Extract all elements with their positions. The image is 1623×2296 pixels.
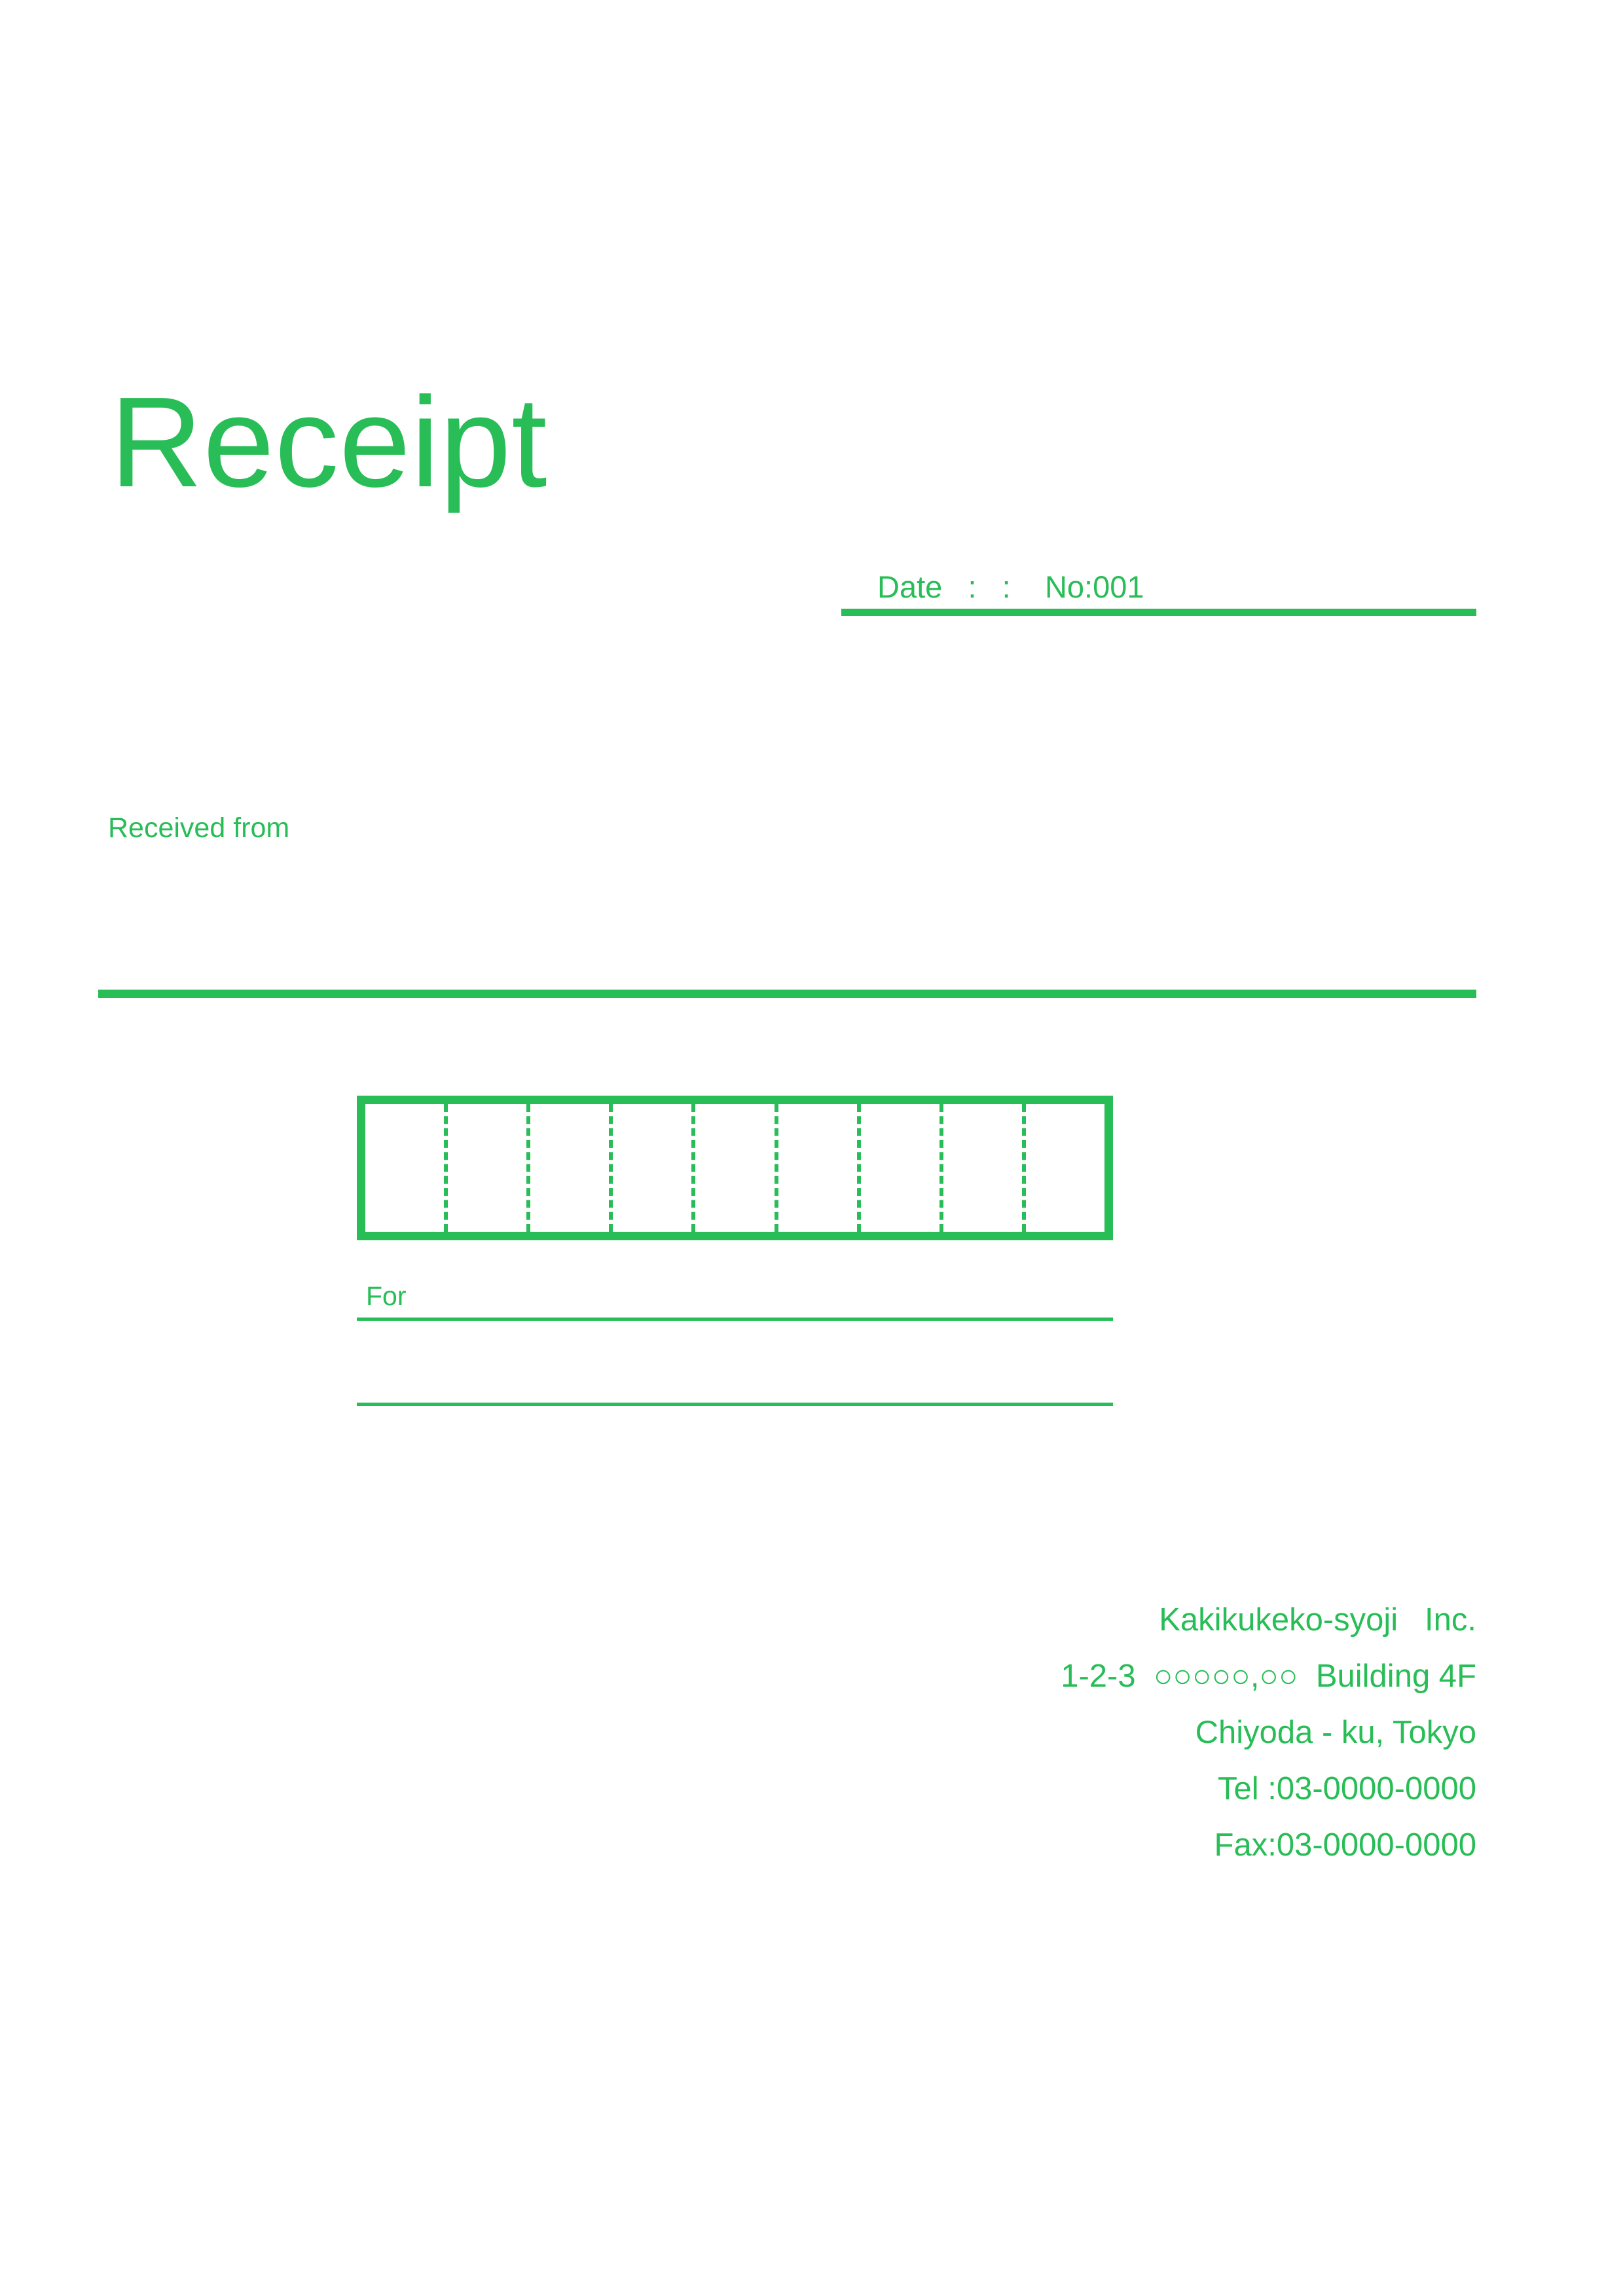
for-label: For [366,1281,407,1311]
company-address-line-2: Chiyoda - ku, Tokyo [1195,1715,1476,1750]
payer-name-rule [98,990,1476,998]
for-rule [357,1318,1113,1321]
amount-cell[interactable] [1021,1104,1104,1232]
amount-cell[interactable] [939,1104,1022,1232]
amount-cell[interactable] [774,1104,857,1232]
company-address-block: Kakikukeko-syoji Inc. 1-2-3 ○○○○○,○○ Bui… [1061,1592,1476,1873]
date-underline-rule [841,609,1476,616]
amount-cell-group [365,1104,1104,1232]
company-address-line-1: 1-2-3 ○○○○○,○○ Building 4F [1061,1659,1476,1694]
amount-cell[interactable] [856,1104,939,1232]
company-fax: Fax:03-0000-0000 [1214,1827,1476,1863]
amount-cell[interactable] [365,1104,444,1232]
received-from-label: Received from [108,812,290,844]
company-tel: Tel :03-0000-0000 [1217,1771,1476,1806]
amount-cell[interactable] [444,1104,526,1232]
amount-cell[interactable] [526,1104,609,1232]
for-rule-second [357,1403,1113,1406]
receipt-page: Receipt Date : : No:001 Received from Fo… [0,0,1623,2296]
amount-entry-box[interactable] [357,1096,1113,1240]
page-title: Receipt [110,370,548,514]
company-name: Kakikukeko-syoji Inc. [1159,1602,1476,1638]
amount-cell[interactable] [609,1104,691,1232]
amount-cell[interactable] [691,1104,774,1232]
date-and-receipt-number-text[interactable]: Date : : No:001 [877,568,1144,607]
